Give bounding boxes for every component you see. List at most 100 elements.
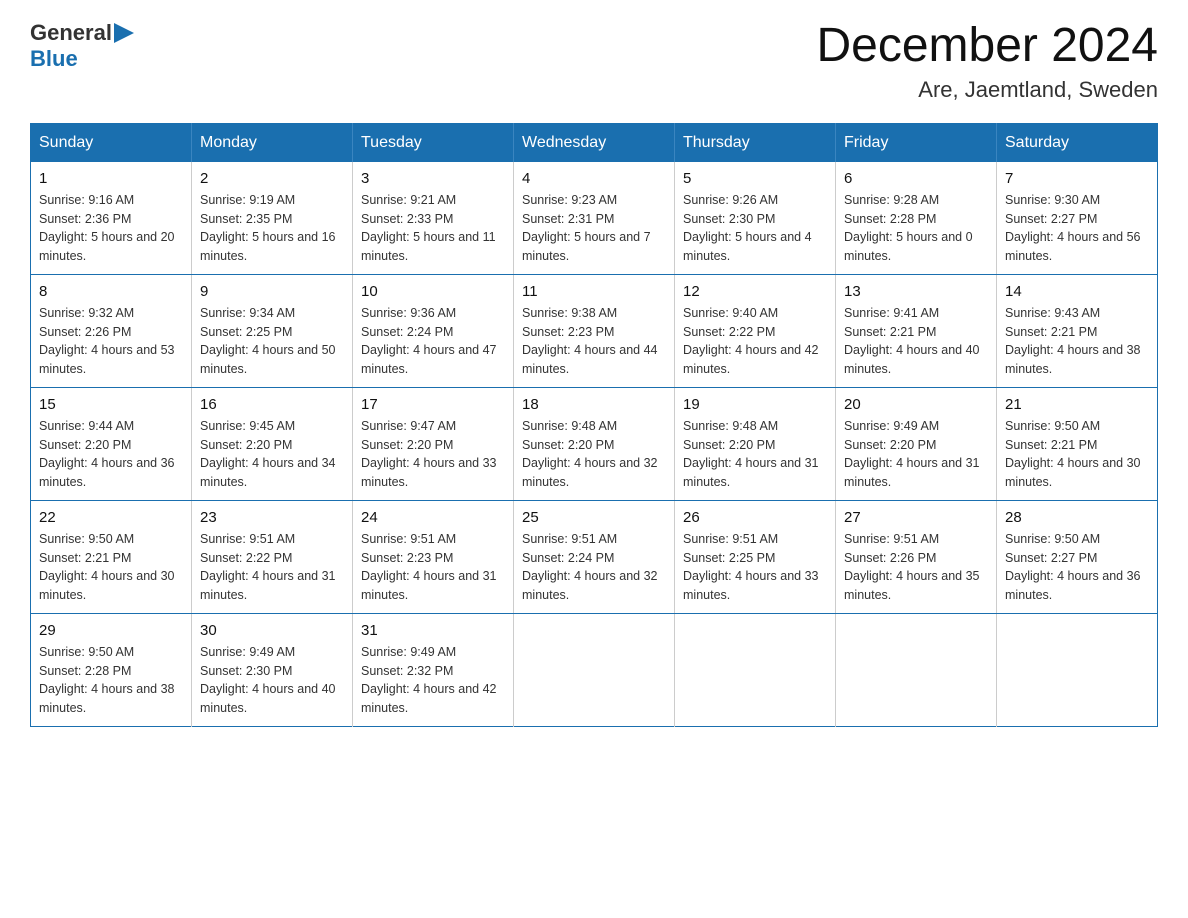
logo-text-blue: Blue	[30, 46, 78, 71]
day-number: 28	[1005, 509, 1149, 526]
day-number: 13	[844, 283, 988, 300]
calendar-cell: 25 Sunrise: 9:51 AMSunset: 2:24 PMDaylig…	[514, 500, 675, 613]
calendar-week-row: 8 Sunrise: 9:32 AMSunset: 2:26 PMDayligh…	[31, 274, 1158, 387]
month-year-title: December 2024	[816, 20, 1158, 73]
day-number: 8	[39, 283, 183, 300]
calendar-cell: 5 Sunrise: 9:26 AMSunset: 2:30 PMDayligh…	[675, 162, 836, 275]
weekday-header-friday: Friday	[836, 123, 997, 162]
weekday-header-row: SundayMondayTuesdayWednesdayThursdayFrid…	[31, 123, 1158, 162]
weekday-header-saturday: Saturday	[997, 123, 1158, 162]
calendar-cell: 12 Sunrise: 9:40 AMSunset: 2:22 PMDaylig…	[675, 274, 836, 387]
day-info: Sunrise: 9:32 AMSunset: 2:26 PMDaylight:…	[39, 304, 183, 379]
day-info: Sunrise: 9:50 AMSunset: 2:21 PMDaylight:…	[1005, 417, 1149, 492]
location-subtitle: Are, Jaemtland, Sweden	[816, 77, 1158, 103]
day-info: Sunrise: 9:51 AMSunset: 2:24 PMDaylight:…	[522, 530, 666, 605]
day-number: 25	[522, 509, 666, 526]
calendar-week-row: 15 Sunrise: 9:44 AMSunset: 2:20 PMDaylig…	[31, 387, 1158, 500]
calendar-cell	[675, 613, 836, 726]
weekday-header-tuesday: Tuesday	[353, 123, 514, 162]
day-number: 29	[39, 622, 183, 639]
day-number: 3	[361, 170, 505, 187]
day-number: 19	[683, 396, 827, 413]
day-number: 30	[200, 622, 344, 639]
day-info: Sunrise: 9:49 AMSunset: 2:30 PMDaylight:…	[200, 643, 344, 718]
calendar-cell	[997, 613, 1158, 726]
calendar-cell: 29 Sunrise: 9:50 AMSunset: 2:28 PMDaylig…	[31, 613, 192, 726]
weekday-header-sunday: Sunday	[31, 123, 192, 162]
calendar-cell: 16 Sunrise: 9:45 AMSunset: 2:20 PMDaylig…	[192, 387, 353, 500]
calendar-table: SundayMondayTuesdayWednesdayThursdayFrid…	[30, 123, 1158, 727]
calendar-cell: 4 Sunrise: 9:23 AMSunset: 2:31 PMDayligh…	[514, 162, 675, 275]
calendar-cell: 8 Sunrise: 9:32 AMSunset: 2:26 PMDayligh…	[31, 274, 192, 387]
calendar-cell: 17 Sunrise: 9:47 AMSunset: 2:20 PMDaylig…	[353, 387, 514, 500]
weekday-header-monday: Monday	[192, 123, 353, 162]
day-info: Sunrise: 9:50 AMSunset: 2:21 PMDaylight:…	[39, 530, 183, 605]
day-info: Sunrise: 9:19 AMSunset: 2:35 PMDaylight:…	[200, 191, 344, 266]
day-info: Sunrise: 9:28 AMSunset: 2:28 PMDaylight:…	[844, 191, 988, 266]
calendar-cell: 22 Sunrise: 9:50 AMSunset: 2:21 PMDaylig…	[31, 500, 192, 613]
calendar-cell: 24 Sunrise: 9:51 AMSunset: 2:23 PMDaylig…	[353, 500, 514, 613]
calendar-cell: 31 Sunrise: 9:49 AMSunset: 2:32 PMDaylig…	[353, 613, 514, 726]
day-info: Sunrise: 9:51 AMSunset: 2:23 PMDaylight:…	[361, 530, 505, 605]
day-number: 27	[844, 509, 988, 526]
day-number: 15	[39, 396, 183, 413]
day-number: 24	[361, 509, 505, 526]
calendar-cell: 14 Sunrise: 9:43 AMSunset: 2:21 PMDaylig…	[997, 274, 1158, 387]
logo: General Blue	[30, 20, 136, 72]
day-number: 10	[361, 283, 505, 300]
calendar-cell: 15 Sunrise: 9:44 AMSunset: 2:20 PMDaylig…	[31, 387, 192, 500]
day-info: Sunrise: 9:51 AMSunset: 2:26 PMDaylight:…	[844, 530, 988, 605]
day-info: Sunrise: 9:49 AMSunset: 2:32 PMDaylight:…	[361, 643, 505, 718]
day-number: 12	[683, 283, 827, 300]
calendar-cell: 11 Sunrise: 9:38 AMSunset: 2:23 PMDaylig…	[514, 274, 675, 387]
calendar-cell: 21 Sunrise: 9:50 AMSunset: 2:21 PMDaylig…	[997, 387, 1158, 500]
day-info: Sunrise: 9:43 AMSunset: 2:21 PMDaylight:…	[1005, 304, 1149, 379]
calendar-cell	[836, 613, 997, 726]
day-info: Sunrise: 9:23 AMSunset: 2:31 PMDaylight:…	[522, 191, 666, 266]
day-number: 22	[39, 509, 183, 526]
day-number: 5	[683, 170, 827, 187]
day-number: 20	[844, 396, 988, 413]
calendar-cell: 3 Sunrise: 9:21 AMSunset: 2:33 PMDayligh…	[353, 162, 514, 275]
day-number: 21	[1005, 396, 1149, 413]
day-number: 23	[200, 509, 344, 526]
day-info: Sunrise: 9:49 AMSunset: 2:20 PMDaylight:…	[844, 417, 988, 492]
day-info: Sunrise: 9:41 AMSunset: 2:21 PMDaylight:…	[844, 304, 988, 379]
day-number: 1	[39, 170, 183, 187]
day-info: Sunrise: 9:30 AMSunset: 2:27 PMDaylight:…	[1005, 191, 1149, 266]
day-info: Sunrise: 9:50 AMSunset: 2:28 PMDaylight:…	[39, 643, 183, 718]
day-number: 7	[1005, 170, 1149, 187]
day-info: Sunrise: 9:51 AMSunset: 2:22 PMDaylight:…	[200, 530, 344, 605]
day-info: Sunrise: 9:38 AMSunset: 2:23 PMDaylight:…	[522, 304, 666, 379]
day-number: 6	[844, 170, 988, 187]
day-number: 31	[361, 622, 505, 639]
day-info: Sunrise: 9:48 AMSunset: 2:20 PMDaylight:…	[683, 417, 827, 492]
calendar-cell: 13 Sunrise: 9:41 AMSunset: 2:21 PMDaylig…	[836, 274, 997, 387]
day-info: Sunrise: 9:34 AMSunset: 2:25 PMDaylight:…	[200, 304, 344, 379]
logo-text-general: General	[30, 20, 112, 46]
day-number: 14	[1005, 283, 1149, 300]
weekday-header-wednesday: Wednesday	[514, 123, 675, 162]
day-number: 11	[522, 283, 666, 300]
calendar-cell: 20 Sunrise: 9:49 AMSunset: 2:20 PMDaylig…	[836, 387, 997, 500]
calendar-cell: 9 Sunrise: 9:34 AMSunset: 2:25 PMDayligh…	[192, 274, 353, 387]
day-info: Sunrise: 9:47 AMSunset: 2:20 PMDaylight:…	[361, 417, 505, 492]
day-info: Sunrise: 9:45 AMSunset: 2:20 PMDaylight:…	[200, 417, 344, 492]
page-header: General Blue December 2024 Are, Jaemtlan…	[30, 20, 1158, 103]
day-info: Sunrise: 9:51 AMSunset: 2:25 PMDaylight:…	[683, 530, 827, 605]
day-info: Sunrise: 9:48 AMSunset: 2:20 PMDaylight:…	[522, 417, 666, 492]
calendar-cell: 7 Sunrise: 9:30 AMSunset: 2:27 PMDayligh…	[997, 162, 1158, 275]
calendar-cell: 10 Sunrise: 9:36 AMSunset: 2:24 PMDaylig…	[353, 274, 514, 387]
calendar-cell: 18 Sunrise: 9:48 AMSunset: 2:20 PMDaylig…	[514, 387, 675, 500]
day-info: Sunrise: 9:21 AMSunset: 2:33 PMDaylight:…	[361, 191, 505, 266]
day-number: 18	[522, 396, 666, 413]
title-block: December 2024 Are, Jaemtland, Sweden	[816, 20, 1158, 103]
day-info: Sunrise: 9:36 AMSunset: 2:24 PMDaylight:…	[361, 304, 505, 379]
calendar-week-row: 1 Sunrise: 9:16 AMSunset: 2:36 PMDayligh…	[31, 162, 1158, 275]
day-info: Sunrise: 9:40 AMSunset: 2:22 PMDaylight:…	[683, 304, 827, 379]
calendar-week-row: 29 Sunrise: 9:50 AMSunset: 2:28 PMDaylig…	[31, 613, 1158, 726]
calendar-cell: 2 Sunrise: 9:19 AMSunset: 2:35 PMDayligh…	[192, 162, 353, 275]
day-number: 2	[200, 170, 344, 187]
calendar-cell: 1 Sunrise: 9:16 AMSunset: 2:36 PMDayligh…	[31, 162, 192, 275]
calendar-cell: 23 Sunrise: 9:51 AMSunset: 2:22 PMDaylig…	[192, 500, 353, 613]
